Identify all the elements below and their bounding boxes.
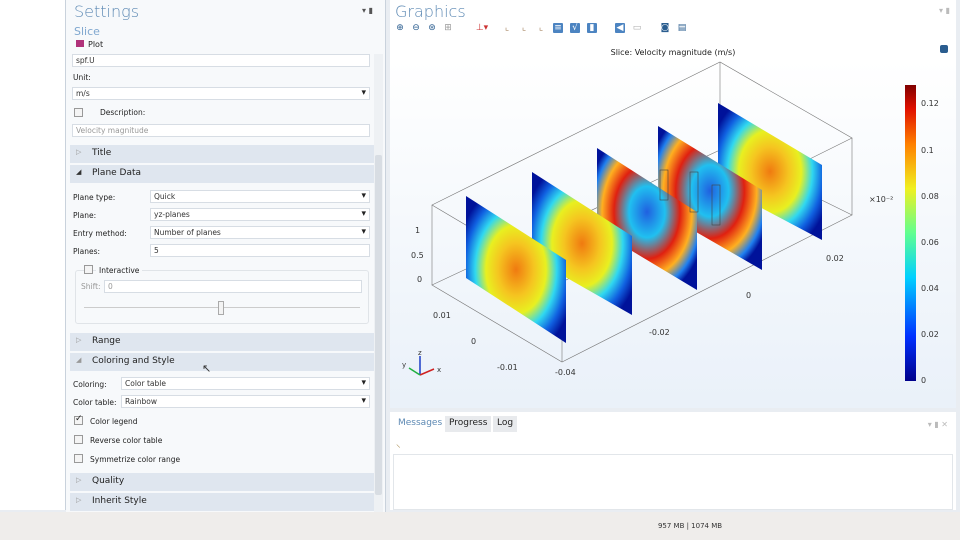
cbar-tick: 0.04 <box>921 284 939 293</box>
axis-tick: 0.01 <box>433 311 451 320</box>
cbar-tick: 0.02 <box>921 330 939 339</box>
cbar-tick: 0.12 <box>921 99 939 108</box>
tab-log[interactable]: Log <box>493 416 518 432</box>
axis-triad-icon: z x y <box>402 349 441 376</box>
messages-area <box>393 454 953 510</box>
axis-tick: 0 <box>471 337 476 346</box>
cbar-tick: 0.06 <box>921 238 939 247</box>
axis-tick: 0.02 <box>826 254 844 263</box>
triad-y: y <box>402 361 406 369</box>
cbar-tick: 0 <box>921 376 926 385</box>
axis-tick: -0.01 <box>497 363 518 372</box>
section-quality[interactable]: ▷ Quality <box>70 473 374 491</box>
messages-panel: Messages Progress Log ▾ ▮ ✕ ⸜ <box>390 412 956 510</box>
section-label: Quality <box>92 476 125 486</box>
axis-tick: -0.04 <box>555 368 576 377</box>
triad-x: x <box>437 366 441 374</box>
cbar-tick: 0.08 <box>921 192 939 201</box>
tab-progress[interactable]: Progress <box>445 416 492 432</box>
symmetrize-checkbox[interactable] <box>74 454 83 463</box>
colorbar-ticks: 0.12 0.1 0.08 0.06 0.04 0.02 0 <box>921 99 939 385</box>
reverse-color-checkbox[interactable] <box>74 435 83 444</box>
section-inherit-style[interactable]: ▷ Inherit Style <box>70 493 374 511</box>
axis-tick: 0 <box>746 291 751 300</box>
tab-messages[interactable]: Messages <box>394 416 447 432</box>
axis-tick: 0.5 <box>411 251 424 260</box>
cbar-tick: 0.1 <box>921 146 934 155</box>
color-legend-label: Color legend <box>90 417 138 426</box>
section-label: Inherit Style <box>92 496 147 506</box>
slice-plot[interactable]: 0.12 0.1 0.08 0.06 0.04 0.02 0 1 0.5 0 0… <box>0 0 960 410</box>
clear-icon[interactable]: ⸜ <box>396 437 401 450</box>
memory-usage: 957 MB | 1074 MB <box>657 522 723 530</box>
triad-z: z <box>418 349 422 357</box>
status-bar: 957 MB | 1074 MB <box>0 512 960 540</box>
color-legend-bar <box>905 85 916 381</box>
axis-tick: 0 <box>417 275 422 284</box>
panel-controls-icon[interactable]: ▾ ▮ ✕ <box>928 420 948 429</box>
symmetrize-label: Symmetrize color range <box>90 455 181 464</box>
axis-tick: -0.02 <box>649 328 670 337</box>
axis-exponent: ×10⁻² <box>869 195 893 204</box>
reverse-color-label: Reverse color table <box>90 436 163 445</box>
axis-tick: 1 <box>415 226 420 235</box>
color-legend-checkbox[interactable] <box>74 414 83 425</box>
